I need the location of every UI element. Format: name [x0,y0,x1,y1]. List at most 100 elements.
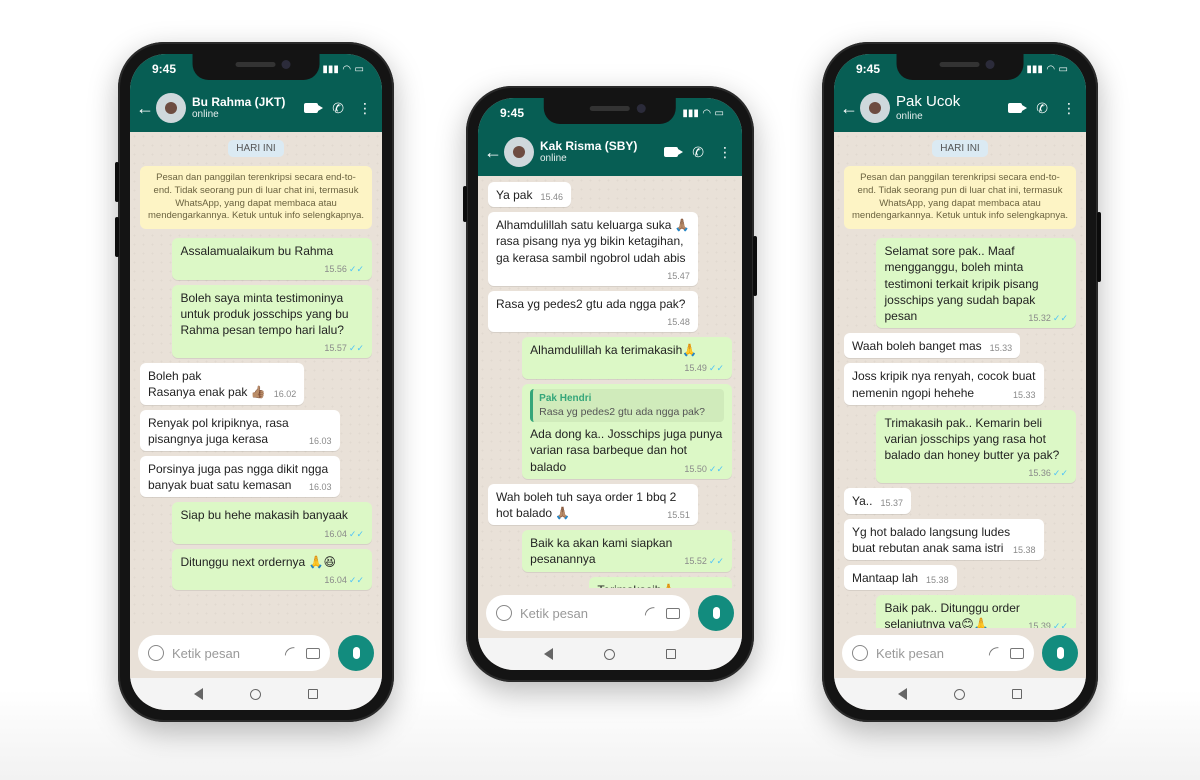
incoming-message[interactable]: Mantaap lah 15.38 [844,565,957,591]
outgoing-message[interactable]: Trimakasih pak.. Kemarin beli varian jos… [876,409,1076,484]
avatar[interactable] [156,93,186,123]
message-text: Joss kripik nya renyah, cocok buat nemen… [852,369,1036,400]
quoted-reply[interactable]: Pak Hendri Rasa yg pedes2 gtu ada ngga pa… [530,388,724,423]
chat-area: HARI INI Pesan dan panggilan terenkripsi… [130,132,382,628]
read-receipt-icon: ✓✓ [348,528,364,539]
message-meta: 16.04 ✓✓ [324,528,364,540]
camera-icon[interactable] [666,607,680,619]
incoming-message[interactable]: Yg hot balado langsung ludes buat rebuta… [844,518,1044,561]
mockup-stage: 9:45 ▮▮▮ ◠ ▭ ← Bu Rahma (JKT) online ✆ ⋮ [0,0,1200,780]
camera-icon[interactable] [1010,647,1024,659]
nav-home-icon[interactable] [603,648,615,660]
phone-call-icon[interactable]: ✆ [692,144,704,161]
video-call-icon[interactable] [1008,103,1028,113]
composer: Ketik pesan ⌒ [478,588,742,638]
message-text: Wah boleh tuh saya order 1 bbq 2 hot bal… [496,489,677,520]
paperclip-icon[interactable]: ⌒ [640,602,662,625]
incoming-message[interactable]: Joss kripik nya renyah, cocok buat nemen… [844,363,1044,405]
message-text: Baik ka akan kami siapkan pesanannya [530,536,673,567]
outgoing-message[interactable]: Baik pak.. Ditunggu order selanjutnya ya… [876,595,1076,628]
outgoing-message[interactable]: Baik ka akan kami siapkan pesanannya 15.5… [522,530,732,572]
wifi-icon: ◠ [702,107,711,119]
paperclip-icon[interactable]: ⌒ [984,642,1006,665]
incoming-message[interactable]: Wah boleh tuh saya order 1 bbq 2 hot bal… [488,483,698,526]
encryption-notice[interactable]: Pesan dan panggilan terenkripsi secara e… [140,166,372,230]
more-vertical-icon[interactable]: ⋮ [358,100,372,117]
read-receipt-icon: ✓✓ [1052,313,1068,323]
date-chip: HARI INI [228,140,284,157]
message-input[interactable]: Ketik pesan ⌒ [486,595,690,631]
chat-header: ← Pak Ucok online ✆ ⋮ [834,84,1086,132]
nav-home-icon[interactable] [249,688,261,700]
chat-area: HARI INI Pesan dan panggilan terenkripsi… [834,132,1086,628]
outgoing-message[interactable]: Siap bu hehe makasih banyaak 16.04 ✓✓ [172,502,372,544]
incoming-message[interactable]: Renyak pol kripiknya, rasa pisangnya jug… [140,409,340,452]
outgoing-message[interactable]: Terimakasih🙏 15.52✓✓ [589,576,732,588]
contact-info[interactable]: Kak Risma (SBY) online [540,139,658,165]
message-text: Rasa yg pedes2 gtu ada ngga pak? [496,296,686,311]
avatar[interactable] [504,137,534,167]
mic-button[interactable] [698,595,734,631]
incoming-message[interactable]: Rasa yg pedes2 gtu ada ngga pak? 15.48 [488,290,698,333]
message-meta: 15.47 [667,270,690,282]
message-meta: 15.37 [880,497,903,509]
contact-name: Pak Ucok [896,93,961,110]
emoji-icon[interactable] [852,645,868,661]
arrow-left-icon[interactable]: ← [136,98,154,119]
camera-icon[interactable] [306,647,320,659]
incoming-message[interactable]: Alhamdulillah satu keluarga suka 🙏🏽 rasa… [488,212,698,286]
outgoing-message[interactable]: Alhamdulillah ka terimakasih🙏 15.49 ✓✓ [522,337,732,379]
contact-info[interactable]: Pak Ucok online [896,93,1002,123]
battery-icon: ▭ [1058,63,1068,75]
chat-area: Ya pak 15.46 Alhamdulillah satu keluarga s… [478,176,742,588]
contact-info[interactable]: Bu Rahma (JKT) online [192,95,298,121]
outgoing-message[interactable]: Assalamualaikum bu Rahma 15.56 ✓✓ [172,238,372,280]
message-text: Siap bu hehe makasih banyaak [180,508,348,523]
message-text: Porsinya juga pas ngga dikit ngga banyak… [148,462,329,493]
incoming-message[interactable]: Ya.. 15.37 [844,488,911,514]
message-text: Boleh pak Rasanya enak pak 👍🏽 [148,369,266,400]
message-time: 16.03 [308,435,332,446]
contact-name: Kak Risma (SBY) [540,138,638,153]
message-text: Yg hot balado langsung ludes buat rebuta… [852,524,1011,555]
video-call-icon[interactable] [304,103,324,113]
message-meta: 15.36 ✓✓ [1028,467,1068,479]
incoming-message[interactable]: Porsinya juga pas ngga dikit ngga banyak… [140,456,340,498]
message-meta: 15.52✓✓ [684,586,724,588]
outgoing-message[interactable]: Boleh saya minta testimoninya untuk prod… [172,284,372,359]
emoji-icon[interactable] [496,605,512,621]
outgoing-message[interactable]: Selamat sore pak.. Maaf mengganggu, bole… [876,238,1076,329]
more-vertical-icon[interactable]: ⋮ [1062,100,1076,117]
nav-back-icon[interactable] [897,688,907,700]
nav-back-icon[interactable] [193,688,203,700]
mic-button[interactable] [338,635,374,671]
video-call-icon[interactable] [664,147,684,157]
arrow-left-icon[interactable]: ← [840,98,858,119]
message-text: Baik pak.. Ditunggu order selanjutnya ya… [884,601,1020,628]
arrow-left-icon[interactable]: ← [484,142,502,163]
nav-recent-icon[interactable] [1012,689,1023,699]
message-input[interactable]: Ketik pesan ⌒ [842,635,1034,671]
composer: Ketik pesan ⌒ [834,628,1086,678]
nav-home-icon[interactable] [953,688,965,700]
message-input[interactable]: Ketik pesan ⌒ [138,635,330,671]
outgoing-message[interactable]: Pak Hendri Rasa yg pedes2 gtu ada ngga pa… [522,383,732,479]
nav-back-icon[interactable] [543,648,553,660]
phone-call-icon[interactable]: ✆ [332,100,344,117]
message-text: Mantaap lah [852,571,919,586]
nav-recent-icon[interactable] [308,689,319,699]
outgoing-message[interactable]: Ditunggu next ordernya 🙏😆 16.04 ✓✓ [172,548,372,591]
incoming-message[interactable]: Ya pak 15.46 [488,182,571,208]
paperclip-icon[interactable]: ⌒ [280,642,302,665]
phone-call-icon[interactable]: ✆ [1036,100,1048,117]
avatar[interactable] [860,93,890,123]
message-time: 16.02 [273,389,297,400]
side-button [115,217,119,257]
mic-button[interactable] [1042,635,1078,671]
nav-recent-icon[interactable] [666,649,677,659]
incoming-message[interactable]: Boleh pak Rasanya enak pak 👍🏽 16.02 [140,363,305,405]
more-vertical-icon[interactable]: ⋮ [718,144,732,161]
incoming-message[interactable]: Waah boleh banget mas 15.33 [844,333,1021,359]
emoji-icon[interactable] [148,645,164,661]
encryption-notice[interactable]: Pesan dan panggilan terenkripsi secara e… [844,166,1076,230]
